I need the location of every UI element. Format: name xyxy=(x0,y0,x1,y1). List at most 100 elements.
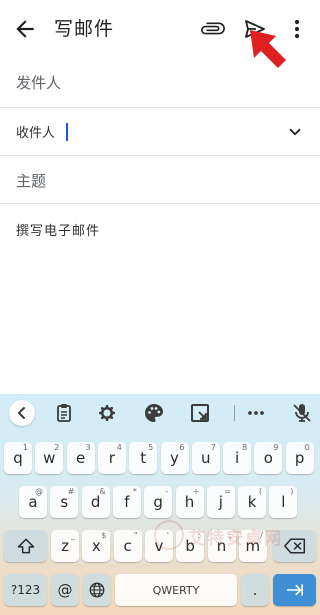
key-label: p xyxy=(294,449,305,467)
language-key[interactable] xyxy=(83,574,111,606)
key-label: i xyxy=(235,449,240,467)
key-label: u xyxy=(201,449,211,467)
key-label: j xyxy=(218,493,223,511)
to-field[interactable]: 收件人 xyxy=(0,108,320,156)
globe-icon xyxy=(89,582,105,598)
key-hint: * xyxy=(132,487,137,496)
palette-icon[interactable] xyxy=(142,401,166,425)
gear-icon[interactable] xyxy=(95,401,119,425)
text-cursor xyxy=(66,123,68,141)
shift-key[interactable] xyxy=(4,530,47,562)
key-q[interactable]: 1q xyxy=(4,442,32,474)
keyboard-toolbar xyxy=(0,394,320,432)
key-hint: / xyxy=(260,531,263,540)
key-label: y xyxy=(170,449,179,467)
key-label: x xyxy=(91,537,101,555)
key-hint: - xyxy=(165,487,169,496)
chevron-left-icon xyxy=(18,407,25,419)
key-c[interactable]: " c xyxy=(113,530,142,562)
more-horiz-icon[interactable] xyxy=(244,401,268,425)
key-hint: 1 xyxy=(22,443,28,452)
key-hint: ) xyxy=(290,487,294,496)
key-u[interactable]: 7u xyxy=(191,442,220,474)
space-key[interactable]: QWERTY xyxy=(115,574,237,606)
key-label: n xyxy=(216,537,227,555)
key-hint: 8 xyxy=(242,443,248,452)
key-b[interactable]: :b xyxy=(176,530,205,562)
key-hint: 2 xyxy=(54,443,60,452)
key-label: f xyxy=(124,493,130,511)
key-hint: 5 xyxy=(148,443,154,452)
key-v[interactable]: ' v xyxy=(144,530,173,562)
key-hint: _ xyxy=(71,531,75,540)
key-d[interactable]: & d xyxy=(81,486,110,518)
key-hint: ( xyxy=(258,487,263,496)
resize-icon[interactable] xyxy=(188,401,212,425)
page-title: 写邮件 xyxy=(54,18,115,40)
subject-field[interactable]: 主题 xyxy=(0,156,320,204)
at-key[interactable]: @ xyxy=(51,574,79,606)
key-x[interactable]: $ x xyxy=(82,530,111,562)
key-j[interactable]: = j xyxy=(206,486,235,518)
key-n[interactable]: ; n xyxy=(207,530,236,562)
subject-label: 主题 xyxy=(16,172,47,190)
enter-key[interactable] xyxy=(273,574,316,606)
key-i[interactable]: 8i xyxy=(223,442,252,474)
key-hint: + xyxy=(192,487,200,496)
key-r[interactable]: 4r xyxy=(97,442,126,474)
key-o[interactable]: 9o xyxy=(254,442,283,474)
key-k[interactable]: (k xyxy=(238,486,267,518)
key-m[interactable]: / m xyxy=(238,530,267,562)
key-hint: 4 xyxy=(116,443,122,452)
key-f[interactable]: * f xyxy=(112,486,141,518)
key-s[interactable]: # s xyxy=(50,486,79,518)
backspace-icon xyxy=(283,538,305,554)
key-hint: ' xyxy=(166,531,169,540)
period-key[interactable]: . xyxy=(241,574,269,606)
key-hint: ; xyxy=(228,531,232,540)
key-p[interactable]: 0p xyxy=(285,442,314,474)
key-hint: 3 xyxy=(85,443,91,452)
key-hint: 0 xyxy=(304,443,310,452)
shift-icon xyxy=(17,538,34,554)
key-label: e xyxy=(75,449,86,467)
key-hint: @ xyxy=(35,487,43,496)
body-input[interactable]: 撰写电子邮件 xyxy=(16,220,100,239)
key-h[interactable]: + h xyxy=(175,486,204,518)
from-field[interactable]: 发件人 xyxy=(0,58,320,108)
clipboard-icon[interactable] xyxy=(52,401,76,425)
arrow-back-icon[interactable] xyxy=(12,16,38,42)
key-hint: " xyxy=(133,531,138,540)
key-label: k xyxy=(247,493,257,511)
key-hint: & xyxy=(99,487,106,496)
soft-keyboard: ?123 @ QWERTY . 1 q 2 w 3 e 4 r 5 t 6 y 7 u 8 i 9 o 0 p @ a # s… xyxy=(0,394,320,615)
symbols-key[interactable]: ?123 xyxy=(4,574,47,606)
key-label: t xyxy=(140,449,147,467)
key-hint: : xyxy=(197,531,201,540)
key-label: c xyxy=(123,537,132,555)
backspace-key[interactable] xyxy=(273,530,316,562)
key-label: l xyxy=(281,493,286,511)
key-l[interactable]: ) l xyxy=(269,486,298,518)
key-hint: $ xyxy=(101,531,107,540)
key-y[interactable]: 6y xyxy=(160,442,189,474)
key-w[interactable]: 2w xyxy=(35,442,64,474)
key-hint: 7 xyxy=(210,443,216,452)
paperclip-icon[interactable] xyxy=(200,16,226,42)
key-label: g xyxy=(153,493,163,511)
key-e[interactable]: 3e xyxy=(66,442,95,474)
key-a[interactable]: @ a xyxy=(19,486,47,518)
more-vert-icon[interactable] xyxy=(288,17,306,41)
key-label: r xyxy=(108,449,115,467)
mic-off-icon[interactable] xyxy=(290,401,314,425)
key-hint: # xyxy=(67,487,75,496)
key-g[interactable]: -g xyxy=(144,486,173,518)
chevron-down-icon[interactable] xyxy=(286,123,304,141)
key-hint: 9 xyxy=(273,443,279,452)
collapse-toolbar-button[interactable] xyxy=(9,400,35,426)
key-t[interactable]: 5t xyxy=(129,442,158,474)
key-z[interactable]: _ z xyxy=(51,530,79,562)
tab-next-icon xyxy=(286,584,303,596)
key-label: m xyxy=(245,537,261,555)
toolbar-divider xyxy=(234,405,235,421)
